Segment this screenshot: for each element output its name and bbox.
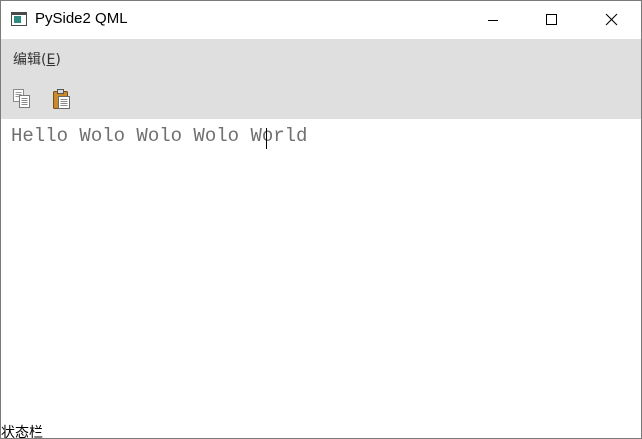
text-cursor — [266, 128, 267, 149]
close-icon — [605, 13, 618, 26]
window-title: PySide2 QML — [35, 10, 128, 27]
editor-text-after-cursor: rld — [273, 125, 308, 147]
maximize-button[interactable] — [529, 1, 575, 39]
text-editor[interactable]: Hello Wolo Wolo Wolo World — [1, 119, 641, 419]
status-bar-text: 状态栏 — [1, 425, 43, 439]
menu-edit[interactable]: 编辑(E) — [13, 49, 61, 69]
minimize-icon — [488, 20, 498, 21]
menu-toolbar-area: 编辑(E) — [1, 39, 641, 119]
app-window: PySide2 QML 编辑(E) Hello Wolo Wolo Wolo W… — [0, 0, 642, 439]
status-bar: 状态栏 — [1, 421, 641, 438]
maximize-icon — [546, 14, 557, 25]
editor-content[interactable]: Hello Wolo Wolo Wolo World — [11, 125, 307, 147]
title-bar[interactable]: PySide2 QML — [1, 1, 641, 39]
copy-button[interactable] — [10, 87, 34, 111]
editor-text-before-cursor: Hello Wolo Wolo Wolo Wo — [11, 125, 274, 147]
paste-button[interactable] — [50, 87, 74, 111]
menu-edit-label-suffix: ) — [55, 52, 61, 68]
menu-edit-mnemonic: E — [46, 52, 56, 68]
window-app-icon[interactable] — [11, 12, 27, 26]
copy-icon — [13, 89, 30, 108]
menu-edit-label-prefix: 编辑( — [13, 52, 47, 68]
close-button[interactable] — [588, 1, 634, 39]
app-icon-accent — [14, 16, 21, 23]
paste-icon — [53, 89, 70, 109]
app-icon-bar — [12, 13, 26, 15]
minimize-button[interactable] — [470, 1, 516, 39]
